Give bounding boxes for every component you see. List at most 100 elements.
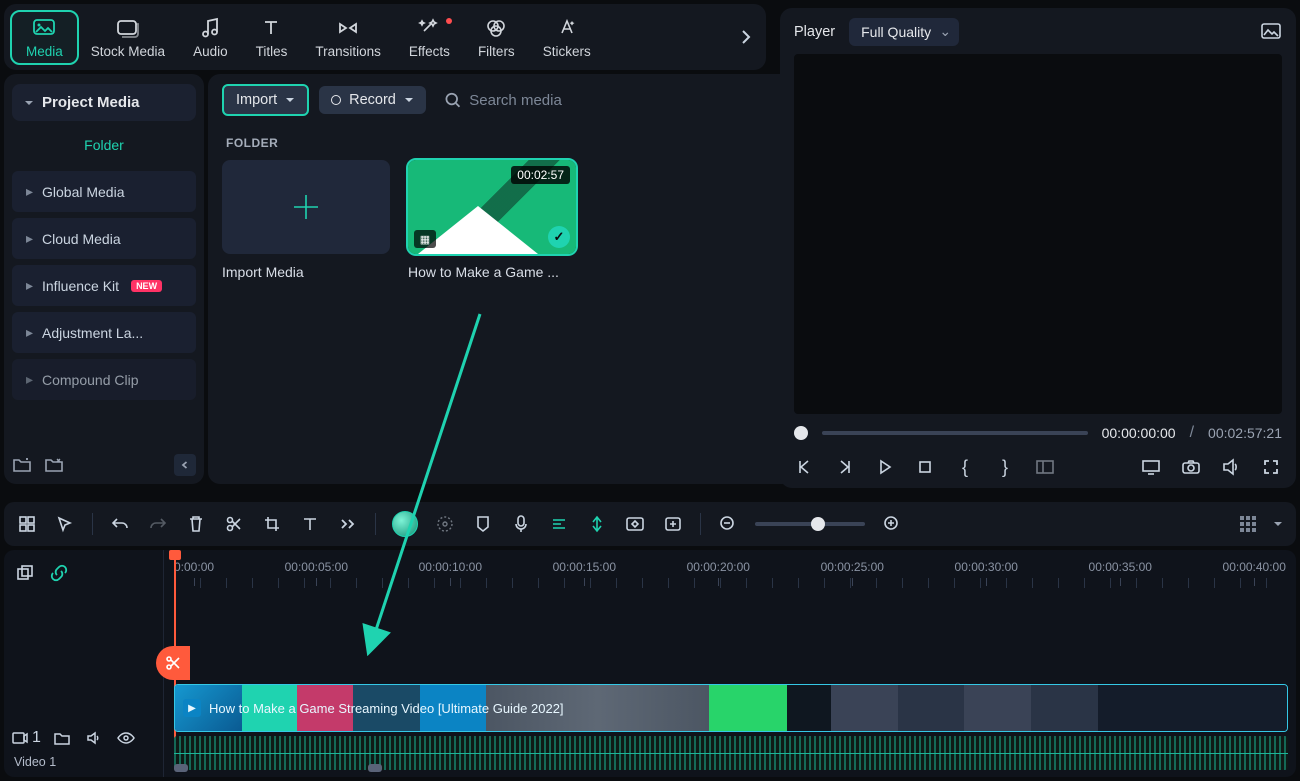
sidebar-item-global[interactable]: ▸ Global Media	[12, 171, 196, 212]
sidebar-item-label: Adjustment La...	[42, 325, 143, 341]
scrub-track[interactable]	[822, 431, 1088, 435]
sidebar-item-label: Influence Kit	[42, 278, 119, 294]
video-clip[interactable]: ▶ How to Make a Game Streaming Video [Ul…	[174, 684, 1288, 732]
player-panel: Player Full Quality 00:00:00:00 / 00:02:…	[780, 8, 1296, 488]
timeline-link-icon[interactable]	[48, 562, 70, 584]
timeline-dup-icon[interactable]	[14, 562, 36, 584]
track-number: 1	[32, 729, 41, 747]
camera-icon[interactable]	[1180, 456, 1202, 478]
import-media-thumb[interactable]	[222, 160, 390, 254]
mark-in-icon[interactable]: {	[954, 456, 976, 478]
scrub-row: 00:00:00:00 / 00:02:57:21	[794, 424, 1282, 442]
split-icon[interactable]	[223, 513, 245, 535]
fullscreen-icon[interactable]	[1260, 456, 1282, 478]
effects-badge-dot	[446, 18, 452, 24]
redo-icon[interactable]	[147, 513, 169, 535]
tab-effects[interactable]: Effects	[395, 12, 464, 63]
delete-folder-icon[interactable]	[44, 456, 64, 474]
undo-icon[interactable]	[109, 513, 131, 535]
sidebar-item-cloud[interactable]: ▸ Cloud Media	[12, 218, 196, 259]
clip-handle[interactable]	[174, 764, 188, 772]
prev-frame-icon[interactable]	[794, 456, 816, 478]
loop-icon[interactable]	[1034, 456, 1056, 478]
media-clip-thumb[interactable]: 00:02:57 ▦ ✓	[408, 160, 576, 254]
sidebar-item-influence[interactable]: ▸ Influence Kit NEW	[12, 265, 196, 306]
track-header-column: 1 Video 1	[4, 550, 164, 777]
ruler-stop: 00:00:35:00	[1089, 560, 1152, 574]
transitions-icon	[336, 16, 360, 40]
sidebar-folder-heading[interactable]: Folder	[8, 131, 200, 165]
zoom-out-icon[interactable]	[717, 513, 739, 535]
new-folder-icon[interactable]	[12, 456, 32, 474]
delete-icon[interactable]	[185, 513, 207, 535]
snapshot-icon[interactable]	[1260, 21, 1282, 43]
sidebar-item-label: Cloud Media	[42, 231, 121, 247]
tab-stock-label: Stock Media	[91, 44, 165, 59]
search-icon	[444, 91, 461, 109]
sidebar-item-adjustment[interactable]: ▸ Adjustment La...	[12, 312, 196, 353]
import-media-label: Import Media	[222, 264, 390, 280]
zoom-in-icon[interactable]	[881, 513, 903, 535]
tab-stock-media[interactable]: Stock Media	[77, 12, 179, 63]
import-media-card[interactable]: Import Media	[222, 160, 390, 280]
tab-audio[interactable]: Audio	[179, 12, 242, 63]
tab-stickers[interactable]: Stickers	[529, 12, 605, 63]
player-controls: { }	[794, 456, 1282, 478]
mark-out-icon[interactable]: }	[994, 456, 1016, 478]
timeline-ruler[interactable]: 0:00:00 00:00:05:00 00:00:10:00 00:00:15…	[4, 550, 1296, 590]
crop-icon[interactable]	[261, 513, 283, 535]
media-clip-card[interactable]: 00:02:57 ▦ ✓ How to Make a Game ...	[408, 160, 576, 280]
track-visible-icon[interactable]	[115, 727, 137, 749]
ruler-stop: 00:00:15:00	[553, 560, 616, 574]
tab-filters[interactable]: Filters	[464, 12, 529, 63]
sidebar-item-label: Global Media	[42, 184, 125, 200]
text-icon[interactable]	[299, 513, 321, 535]
select-tool-icon[interactable]	[54, 513, 76, 535]
marker-shield-icon[interactable]	[472, 513, 494, 535]
timeline-toolbar	[4, 502, 1296, 546]
preview-viewport[interactable]	[794, 54, 1282, 414]
tab-media[interactable]: Media	[12, 12, 77, 63]
track-name: Video 1	[14, 755, 56, 769]
track-folder-icon[interactable]	[51, 727, 73, 749]
tabs-scroll-right[interactable]	[734, 25, 758, 49]
stop-icon[interactable]	[914, 456, 936, 478]
play-icon[interactable]	[874, 456, 896, 478]
step-forward-icon[interactable]	[834, 456, 856, 478]
speed-icon[interactable]	[434, 513, 456, 535]
record-button[interactable]: Record	[319, 86, 426, 114]
video-track-header[interactable]: 1	[12, 727, 137, 749]
film-icon: ▦	[414, 230, 436, 248]
ai-avatar-icon[interactable]	[392, 511, 418, 537]
quality-dropdown[interactable]: Full Quality	[849, 18, 959, 46]
sidebar-item-compound[interactable]: ▸ Compound Clip	[12, 359, 196, 400]
audio-mixer-icon[interactable]	[548, 513, 570, 535]
player-title: Player	[794, 24, 835, 40]
auto-beat-icon[interactable]	[586, 513, 608, 535]
tab-transitions[interactable]: Transitions	[301, 12, 395, 63]
collapse-sidebar-button[interactable]	[174, 454, 196, 476]
zoom-slider[interactable]	[755, 522, 865, 526]
view-dropdown-icon[interactable]	[1272, 513, 1284, 535]
display-icon[interactable]	[1140, 456, 1162, 478]
chevron-right-icon: ▸	[26, 324, 34, 341]
more-tools-icon[interactable]	[337, 513, 359, 535]
keyframe-screen-icon[interactable]	[624, 513, 646, 535]
import-button[interactable]: Import	[222, 84, 309, 116]
tab-filters-label: Filters	[478, 44, 515, 59]
view-grid-icon[interactable]	[1240, 516, 1256, 532]
clip-handle[interactable]	[368, 764, 382, 772]
tracks-icon[interactable]	[16, 513, 38, 535]
zoom-knob[interactable]	[811, 517, 825, 531]
tab-stickers-label: Stickers	[543, 44, 591, 59]
scrub-handle[interactable]	[794, 426, 808, 440]
volume-icon[interactable]	[1220, 456, 1242, 478]
sidebar-header[interactable]: Project Media	[12, 84, 196, 121]
add-marker-icon[interactable]	[662, 513, 684, 535]
tab-titles[interactable]: Titles	[242, 12, 302, 63]
track-mute-icon[interactable]	[83, 727, 105, 749]
voiceover-icon[interactable]	[510, 513, 532, 535]
tab-audio-label: Audio	[193, 44, 228, 59]
sidebar-footer	[12, 454, 196, 476]
cut-tool-handle[interactable]	[156, 646, 190, 680]
